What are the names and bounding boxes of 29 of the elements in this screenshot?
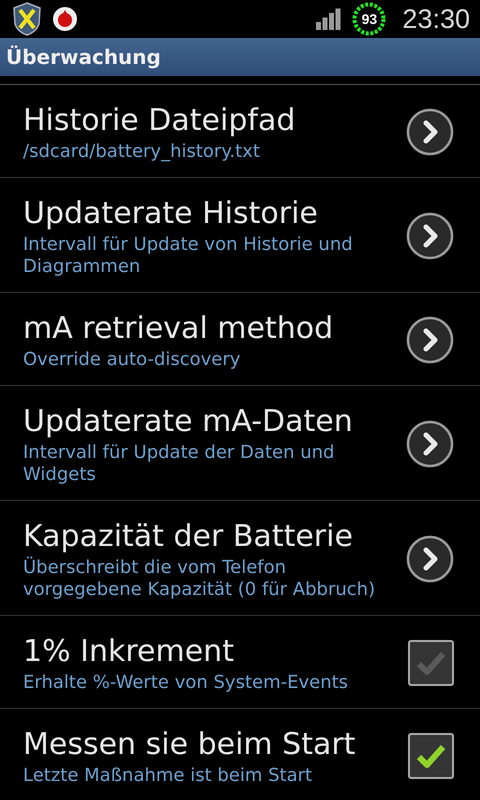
preference-summary: Override auto-discovery: [23, 349, 242, 371]
preference-summary: Erhalte %-Werte von System-Events: [23, 672, 350, 694]
drop-icon: [52, 6, 78, 32]
preference-title: Updaterate Historie: [23, 195, 319, 233]
chevron-button[interactable]: [406, 420, 454, 468]
chevron-button[interactable]: [406, 316, 454, 364]
preference-summary: Intervall für Update von Historie und Diagrammen: [23, 234, 354, 278]
preference-title: mA retrieval method: [23, 310, 334, 348]
preference-title: Historie Dateipfad: [23, 102, 296, 140]
preference-summary: Letzte Maßnahme ist beim Start: [23, 765, 314, 787]
chevron-button[interactable]: [406, 212, 454, 260]
preference-summary: /sdcard/battery_history.txt: [23, 141, 261, 163]
preference-summary: Überschreibt die vom Telefon vorgegebene Kapazität (0 für Abbruch): [23, 557, 376, 601]
preference-title: 1% Inkrement: [23, 633, 235, 671]
preference-title: Updaterate mA-Daten: [23, 403, 354, 441]
preference-title: Messen sie beim Start: [23, 726, 356, 764]
chevron-button[interactable]: [406, 108, 454, 156]
checkbox[interactable]: [408, 733, 454, 779]
battery-indicator: 93: [352, 2, 386, 36]
preference-title: Kapazität der Batterie: [23, 518, 354, 556]
clock: 23:30: [402, 4, 470, 34]
check-icon: [416, 650, 446, 676]
preference-summary: Intervall für Update der Daten und Widgets: [23, 442, 336, 486]
shield-icon: [12, 2, 42, 36]
chevron-button[interactable]: [406, 535, 454, 583]
screen-title: Überwachung: [6, 45, 161, 69]
checkbox[interactable]: [408, 640, 454, 686]
signal-icon: [316, 8, 342, 30]
check-icon: [416, 743, 446, 769]
